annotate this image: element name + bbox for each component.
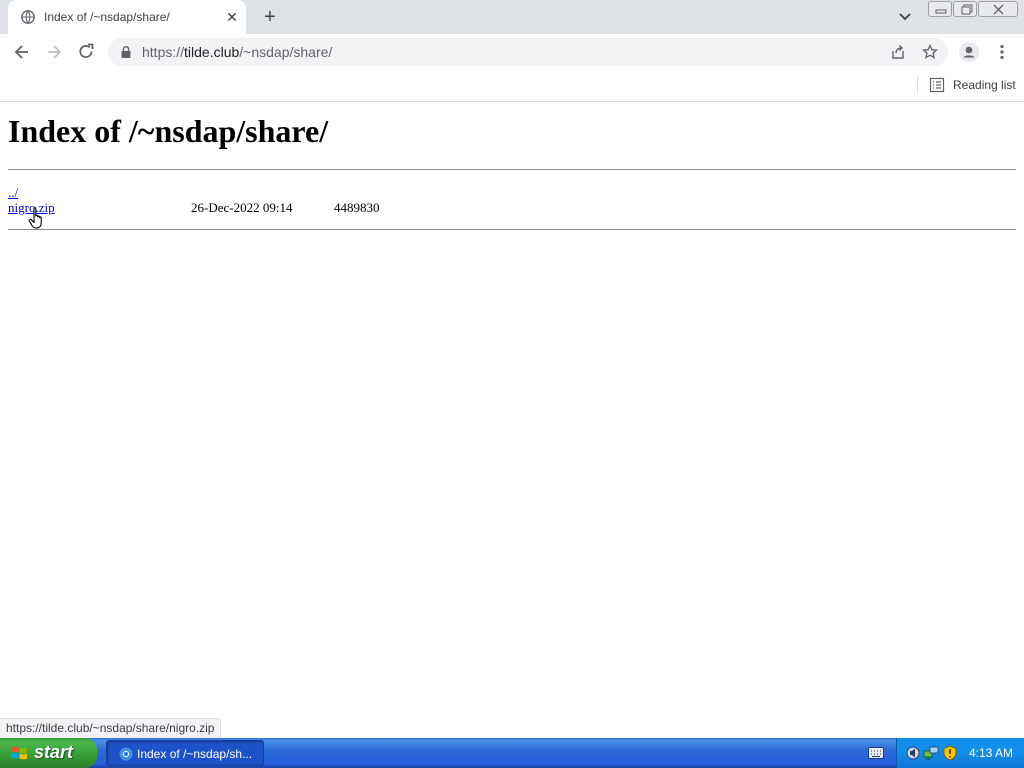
file-size: 4489830 xyxy=(334,200,380,215)
url-scheme: https:// xyxy=(142,44,185,60)
lock-icon[interactable] xyxy=(120,45,132,59)
network-icon[interactable] xyxy=(923,745,939,761)
link-status-bubble: https://tilde.club/~nsdap/share/nigro.zi… xyxy=(0,718,222,738)
plus-icon[interactable]: + xyxy=(260,7,280,27)
chevron-down-icon[interactable] xyxy=(896,9,914,25)
chrome-icon xyxy=(119,747,133,761)
page-title: Index of /~nsdap/share/ xyxy=(8,113,329,149)
bookmarks-separator xyxy=(917,76,918,94)
reading-list-label: Reading list xyxy=(953,78,1016,92)
clock[interactable]: 4:13 AM xyxy=(969,746,1013,760)
close-window-button[interactable] xyxy=(978,1,1018,17)
reload-icon[interactable] xyxy=(76,42,96,62)
divider-top xyxy=(8,169,1016,170)
minimize-icon xyxy=(935,9,947,14)
security-shield-icon[interactable] xyxy=(942,745,958,761)
address-bar[interactable]: https://tilde.club/~nsdap/share/ xyxy=(108,38,948,66)
tab-strip: Index of /~nsdap/share/ ✕ + xyxy=(0,0,1024,34)
browser-tab[interactable]: Index of /~nsdap/share/ ✕ xyxy=(8,0,246,34)
globe-icon xyxy=(21,10,35,24)
tab-title: Index of /~nsdap/share/ xyxy=(44,10,170,24)
page-content: Index of /~nsdap/share/ ../ nigro.zip 26… xyxy=(0,103,1024,738)
close-window-icon xyxy=(993,4,1004,15)
profile-avatar-icon[interactable] xyxy=(959,42,979,62)
reading-list-icon xyxy=(929,77,945,93)
url-host: tilde.club xyxy=(184,44,240,60)
share-icon[interactable] xyxy=(890,44,906,60)
start-button[interactable]: start xyxy=(0,738,97,768)
start-label: start xyxy=(34,742,74,762)
browser-toolbar: https://tilde.club/~nsdap/share/ xyxy=(0,34,1024,70)
back-arrow-icon[interactable] xyxy=(12,42,32,62)
url-path: /~nsdap/share/ xyxy=(239,44,333,60)
restore-button[interactable] xyxy=(953,1,977,17)
forward-arrow-icon[interactable] xyxy=(44,42,64,62)
hand-pointer-cursor-icon xyxy=(28,207,42,229)
listing-row-parent: ../ xyxy=(8,185,18,201)
taskbar: start Index of /~nsdap/sh... 4:13 AM xyxy=(0,738,1024,768)
taskbar-window-button[interactable]: Index of /~nsdap/sh... xyxy=(106,740,264,766)
url-text[interactable]: https://tilde.club/~nsdap/share/ xyxy=(142,44,332,60)
volume-icon[interactable] xyxy=(905,745,921,761)
file-date: 26-Dec-2022 09:14 xyxy=(191,200,293,215)
bookmarks-bar: Reading list xyxy=(0,70,1024,102)
parent-directory-link[interactable]: ../ xyxy=(8,185,18,200)
more-menu-icon[interactable] xyxy=(992,42,1012,62)
keyboard-icon[interactable] xyxy=(868,747,884,759)
star-icon[interactable] xyxy=(922,44,938,60)
restore-icon xyxy=(961,4,973,15)
system-tray: 4:13 AM xyxy=(896,738,1024,768)
windows-logo-icon xyxy=(11,746,27,760)
divider-bottom xyxy=(8,229,1016,230)
minimize-button[interactable] xyxy=(928,1,952,17)
taskbar-window-label: Index of /~nsdap/sh... xyxy=(137,747,253,761)
close-icon[interactable]: ✕ xyxy=(224,9,240,25)
